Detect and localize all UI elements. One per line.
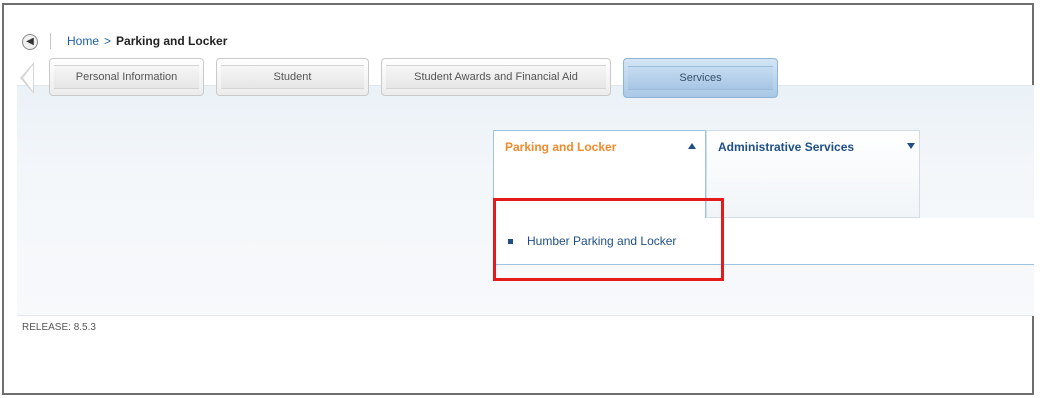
- tab-personal-information[interactable]: Personal Information: [49, 58, 204, 96]
- dropdown-item-label[interactable]: Humber Parking and Locker: [527, 234, 676, 248]
- tab-label: Student: [273, 71, 312, 83]
- bullet-icon: [508, 238, 513, 244]
- dropdown-item-humber-parking-and-locker[interactable]: Humber Parking and Locker: [508, 234, 676, 248]
- tab-services[interactable]: Services: [623, 58, 778, 98]
- menu-administrative-services[interactable]: Administrative Services: [706, 130, 920, 218]
- tab-label: Services: [679, 72, 722, 84]
- tab-label: Personal Information: [75, 71, 178, 83]
- breadcrumb: Home > Parking and Locker: [67, 34, 227, 48]
- menu-title[interactable]: Administrative Services: [718, 140, 854, 154]
- panel-divider: [17, 315, 1034, 316]
- tab-scroll-left-icon[interactable]: [20, 62, 34, 94]
- caret-down-icon[interactable]: [907, 143, 915, 149]
- back-arrow-icon[interactable]: ◀: [22, 34, 38, 50]
- release-version: RELEASE: 8.5.3: [22, 322, 96, 333]
- breadcrumb-separator: >: [104, 34, 112, 48]
- menu-parking-and-locker[interactable]: Parking and Locker: [493, 130, 706, 218]
- menu-title[interactable]: Parking and Locker: [505, 140, 616, 154]
- breadcrumb-current: Parking and Locker: [116, 34, 228, 48]
- breadcrumb-divider: [50, 33, 51, 49]
- menu-dropdown: Humber Parking and Locker: [493, 218, 1034, 265]
- tab-label: Student Awards and Financial Aid: [414, 71, 578, 83]
- tab-student-awards-financial-aid[interactable]: Student Awards and Financial Aid: [381, 58, 611, 96]
- caret-up-icon[interactable]: [688, 143, 696, 149]
- tab-student[interactable]: Student: [216, 58, 369, 96]
- breadcrumb-home-link[interactable]: Home: [67, 34, 99, 48]
